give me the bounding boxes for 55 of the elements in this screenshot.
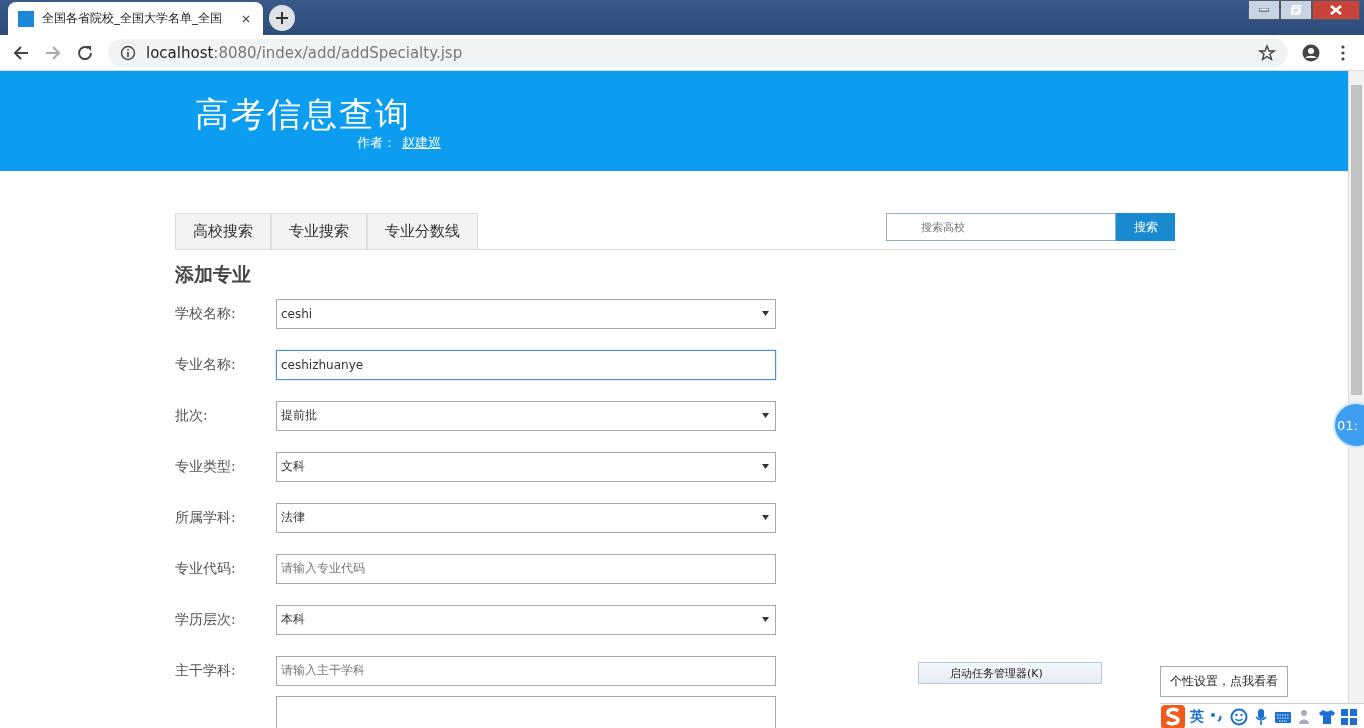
- field-label: 主干学科:: [175, 661, 237, 680]
- input-field[interactable]: ceshizhuanye: [276, 349, 776, 380]
- scrollbar-thumb[interactable]: [1351, 85, 1362, 395]
- ime-mode[interactable]: 英: [1190, 707, 1204, 726]
- browser-tab[interactable]: 全国各省院校_全国大学名单_全国: [8, 2, 263, 35]
- nav-tab[interactable]: 专业分数线: [367, 213, 478, 249]
- close-button[interactable]: [1312, 0, 1360, 20]
- microphone-icon[interactable]: [1252, 707, 1270, 726]
- site-favicon: [18, 10, 34, 27]
- field-label: 学历层次:: [175, 610, 237, 629]
- search-field[interactable]: 搜索高校: [886, 213, 1116, 241]
- field-label: 专业类型:: [175, 457, 237, 476]
- site-title: 高考信息查询: [195, 94, 412, 134]
- reload-icon[interactable]: [76, 43, 94, 62]
- back-icon[interactable]: [12, 43, 30, 62]
- select-field[interactable]: 本科: [276, 604, 776, 635]
- input-field[interactable]: 请输入专业代码: [276, 553, 776, 584]
- select-field[interactable]: 文科: [276, 451, 776, 482]
- select-field[interactable]: 法律: [276, 502, 776, 533]
- minimize-button[interactable]: [1248, 0, 1280, 20]
- tooltip: 个性设置，点我看看: [1160, 666, 1288, 697]
- new-tab-button[interactable]: [269, 5, 295, 31]
- context-menu-item[interactable]: 启动任务管理器(K): [918, 662, 1102, 684]
- close-icon: [1330, 5, 1342, 15]
- restore-icon: [1291, 5, 1301, 15]
- grid-icon[interactable]: [1340, 707, 1358, 726]
- account-icon[interactable]: [1302, 43, 1320, 62]
- input-field[interactable]: 请输入主干学科: [276, 655, 776, 686]
- field-label: 专业名称:: [175, 355, 237, 374]
- dropdown-arrow-icon: [762, 617, 769, 622]
- select-field[interactable]: ceshi: [276, 298, 776, 329]
- info-icon[interactable]: [120, 44, 136, 61]
- address-bar[interactable]: localhost:8080/index/add/addSpecialty.jsp: [108, 38, 1288, 67]
- minimize-icon: [1259, 8, 1269, 12]
- star-icon[interactable]: [1258, 43, 1276, 62]
- dropdown-arrow-icon: [762, 515, 769, 520]
- dropdown-arrow-icon: [762, 413, 769, 418]
- search-button[interactable]: 搜索: [1116, 213, 1175, 241]
- nav-tab[interactable]: 专业搜索: [271, 213, 367, 249]
- shirt-icon[interactable]: [1318, 707, 1336, 726]
- dropdown-arrow-icon: [762, 464, 769, 469]
- field-label: 所属学科:: [175, 508, 237, 527]
- field-label: 专业代码:: [175, 559, 237, 578]
- author-label: 作者：: [357, 135, 396, 150]
- restore-button[interactable]: [1280, 0, 1312, 20]
- field-label: 批次:: [175, 406, 209, 425]
- select-field[interactable]: 提前批: [276, 400, 776, 431]
- ime-logo-icon[interactable]: [1160, 704, 1186, 728]
- textarea-field[interactable]: [276, 696, 776, 728]
- plus-icon: [275, 11, 289, 25]
- dropdown-arrow-icon: [762, 311, 769, 316]
- form-title: 添加专业: [175, 262, 252, 287]
- nav-tab[interactable]: 高校搜索: [175, 213, 271, 249]
- smiley-icon[interactable]: [1230, 707, 1248, 726]
- field-label: 学校名称:: [175, 304, 237, 323]
